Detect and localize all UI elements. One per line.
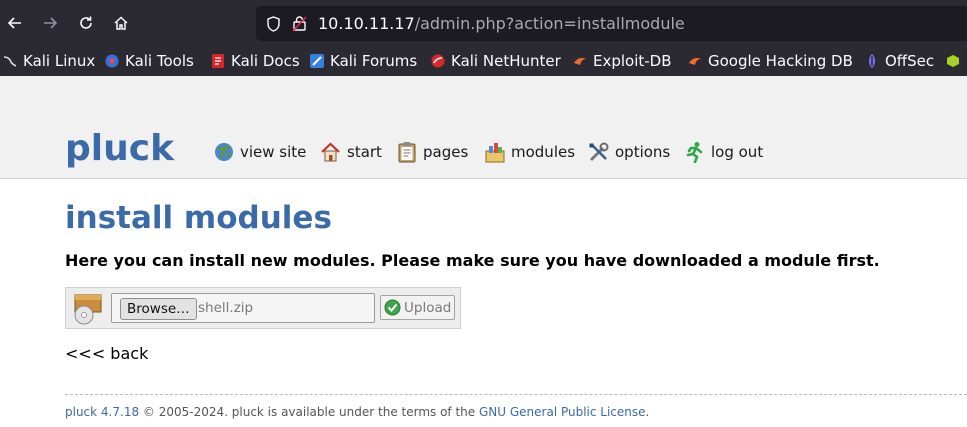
- menu-options[interactable]: options: [588, 140, 670, 164]
- bookmark-kali-docs[interactable]: Kali Docs: [211, 51, 300, 71]
- globe-icon: [215, 143, 233, 161]
- bookmark-kali-linux[interactable]: Kali Linux: [3, 51, 95, 71]
- browse-button[interactable]: Browse…: [120, 298, 197, 320]
- menu-pages[interactable]: pages: [397, 140, 468, 164]
- site-header: pluck view site start pages modules opti…: [0, 76, 967, 179]
- bookmark-label: OffSec: [885, 52, 935, 70]
- back-arrow-icon[interactable]: [2, 10, 28, 36]
- bookmark-kali-nethunter[interactable]: Kali NetHunter: [431, 51, 561, 71]
- ghdb-icon: [688, 54, 702, 68]
- offsec-icon: [865, 54, 879, 68]
- page-title: install modules: [65, 200, 332, 236]
- package-cd-icon: [72, 293, 104, 329]
- site-footer: pluck 4.7.18 © 2005-2024. pluck is avail…: [65, 405, 649, 419]
- url-path: /admin.php?action=installmodule: [414, 14, 685, 33]
- menu-label: log out: [711, 143, 764, 161]
- upload-label: Upload: [404, 299, 452, 316]
- bookmark-label: Exploit-DB: [593, 52, 672, 70]
- site-logo[interactable]: pluck: [65, 128, 174, 169]
- url-host: 10.10.11.17: [318, 14, 415, 33]
- kali-forums-icon: [310, 54, 324, 68]
- menu-start[interactable]: start: [320, 140, 382, 164]
- modules-icon: [485, 143, 505, 163]
- file-input[interactable]: Browse… shell.zip: [111, 293, 375, 323]
- bookmark-kali-tools[interactable]: Kali Tools: [105, 51, 194, 71]
- bookmark-offsec[interactable]: OffSec: [865, 51, 934, 71]
- footer-text: © 2005-2024. pluck is available under th…: [139, 405, 479, 419]
- back-link[interactable]: <<< back: [65, 344, 148, 363]
- exploit-db-icon: [573, 54, 587, 68]
- home-button-icon[interactable]: [108, 10, 134, 36]
- menu-label: start: [347, 143, 382, 161]
- bookmarks-bar: Kali Linux Kali Tools Kali Docs Kali For…: [0, 46, 967, 76]
- pluck-version-link[interactable]: pluck 4.7.18: [65, 405, 139, 419]
- cube-icon: [946, 54, 960, 68]
- home-icon: [321, 142, 340, 162]
- reload-icon[interactable]: [73, 10, 99, 36]
- address-bar[interactable]: 10.10.11.17/admin.php?action=installmodu…: [256, 6, 967, 41]
- gpl-license-link[interactable]: GNU General Public License: [479, 405, 646, 419]
- shield-icon[interactable]: [266, 16, 281, 36]
- kali-docs-icon: [211, 54, 225, 68]
- check-circle-icon: [384, 299, 401, 316]
- running-man-icon: [686, 142, 703, 163]
- upload-button[interactable]: Upload: [380, 295, 455, 320]
- bookmark-label: Google Hacking DB: [708, 52, 853, 70]
- menu-modules[interactable]: modules: [485, 140, 575, 164]
- bookmark-google-hacking-db[interactable]: Google Hacking DB: [688, 51, 853, 71]
- menu-label: options: [615, 143, 671, 161]
- footer-end: .: [645, 405, 650, 419]
- tools-icon: [589, 142, 609, 161]
- url-text[interactable]: 10.10.11.17/admin.php?action=installmodu…: [318, 14, 685, 33]
- footer-divider: [65, 394, 967, 395]
- module-upload-form: Browse… shell.zip Upload: [65, 287, 461, 329]
- forward-arrow-icon[interactable]: [37, 10, 63, 36]
- bookmark-label: Kali Linux: [23, 52, 96, 70]
- menu-view-site[interactable]: view site: [214, 140, 306, 164]
- bookmark-label: Kali Forums: [330, 52, 418, 70]
- kali-dragon-icon: [3, 54, 17, 68]
- menu-label: pages: [423, 143, 469, 161]
- clipboard-icon: [398, 142, 416, 163]
- kali-nethunter-icon: [431, 54, 445, 68]
- bookmark-label: Kali NetHunter: [451, 52, 561, 70]
- bookmark-exploit-db[interactable]: Exploit-DB: [573, 51, 672, 71]
- bookmark-more[interactable]: [946, 51, 966, 71]
- intro-text: Here you can install new modules. Please…: [65, 251, 880, 270]
- bookmark-kali-forums[interactable]: Kali Forums: [310, 51, 417, 71]
- bookmark-label: Kali Tools: [125, 52, 194, 70]
- browser-toolbar: 10.10.11.17/admin.php?action=installmodu…: [0, 0, 967, 46]
- menu-log-out[interactable]: log out: [684, 140, 763, 164]
- insecure-lock-icon[interactable]: [292, 15, 307, 36]
- bookmark-label: Kali Docs: [231, 52, 300, 70]
- kali-tools-icon: [105, 54, 119, 68]
- menu-label: modules: [511, 143, 576, 161]
- selected-file-name: shell.zip: [198, 300, 254, 316]
- menu-label: view site: [240, 143, 307, 161]
